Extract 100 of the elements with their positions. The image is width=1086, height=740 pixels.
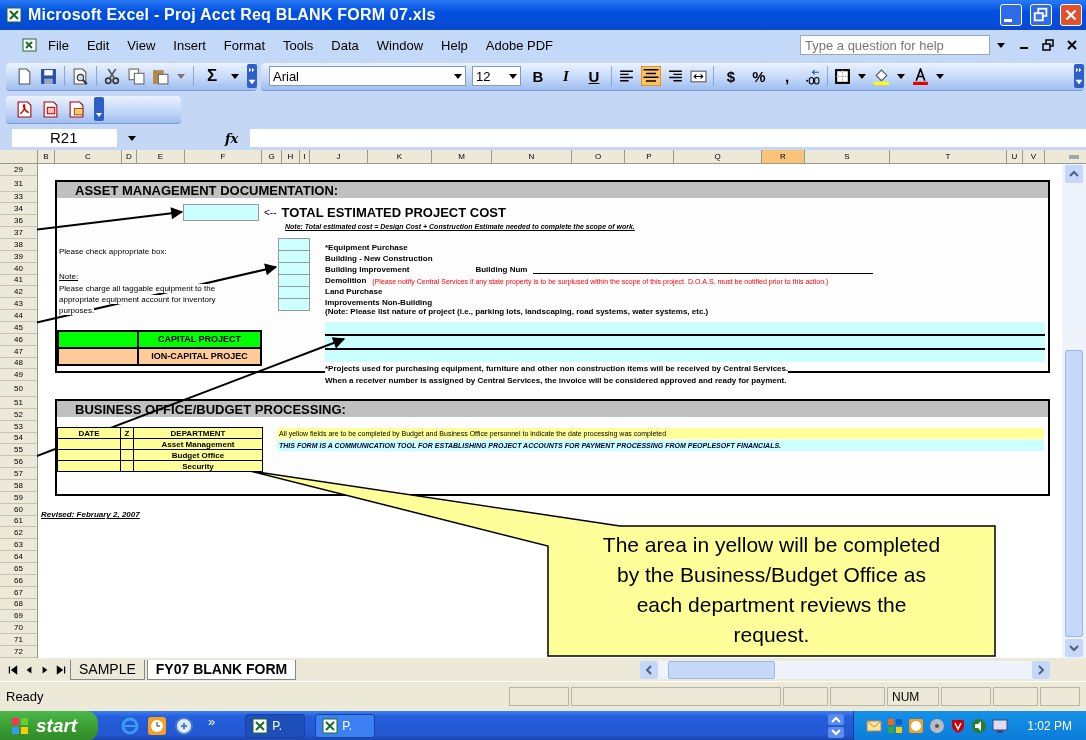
text-style-button[interactable]: I <box>555 67 577 85</box>
row-header[interactable]: 64 <box>0 551 37 563</box>
caret-icon[interactable] <box>996 40 1006 50</box>
menu-item[interactable]: Help <box>433 35 476 55</box>
pdf-icon[interactable] <box>42 100 59 118</box>
row-header[interactable]: 34 <box>0 203 37 216</box>
app-icon[interactable] <box>174 716 194 736</box>
row-header[interactable]: 71 <box>0 634 37 646</box>
number-format-button[interactable]: $ <box>720 67 742 85</box>
row-header[interactable]: 49 <box>0 369 37 382</box>
scroll-down-icon[interactable] <box>1065 639 1083 657</box>
toolbar-options-icon[interactable] <box>94 96 104 122</box>
font-dropdown[interactable]: Arial <box>269 66 466 86</box>
row-header[interactable]: 42 <box>0 286 37 299</box>
description-field[interactable] <box>325 322 1045 336</box>
scissors-icon[interactable] <box>104 67 121 85</box>
toolbar-options-icon[interactable] <box>1074 63 1084 89</box>
sheet-tab[interactable]: FY07 BLANK FORM <box>146 659 297 680</box>
text-style-button[interactable]: B <box>527 67 549 85</box>
decimal-icon[interactable] <box>804 67 821 85</box>
menu-item[interactable]: Format <box>215 35 273 55</box>
network-icon[interactable] <box>887 718 904 734</box>
shield-icon[interactable] <box>950 718 967 734</box>
copy-icon[interactable] <box>128 67 145 85</box>
more-icons-button[interactable]: » <box>208 713 216 729</box>
row-header[interactable]: 29 <box>0 164 37 176</box>
font-size-dropdown[interactable]: 12 <box>472 66 521 86</box>
monitor-icon[interactable] <box>992 718 1009 734</box>
clock-icon[interactable] <box>908 718 925 734</box>
row-header[interactable]: 72 <box>0 646 37 658</box>
taskbar-button[interactable]: P. <box>245 714 306 738</box>
first-sheet-icon[interactable] <box>6 663 20 676</box>
caret-icon[interactable] <box>857 71 867 81</box>
number-format-button[interactable]: % <box>748 67 770 85</box>
row-header[interactable]: 69 <box>0 610 37 623</box>
checkbox[interactable] <box>278 251 310 263</box>
taskbar-button[interactable]: P. <box>315 714 376 738</box>
scroll-arrows-icon[interactable] <box>827 713 846 739</box>
row-header[interactable]: 62 <box>0 527 37 540</box>
checkbox[interactable] <box>278 275 310 287</box>
row-header[interactable]: 37 <box>0 227 37 239</box>
clock-icon[interactable] <box>147 716 167 736</box>
restore-icon[interactable] <box>1042 39 1054 51</box>
last-sheet-icon[interactable] <box>54 663 68 676</box>
close-icon[interactable] <box>1066 39 1078 51</box>
function-button[interactable]: fx <box>225 130 239 146</box>
row-header[interactable]: 55 <box>0 444 37 457</box>
column-header[interactable]: V <box>1023 150 1045 163</box>
save-icon[interactable] <box>40 67 57 85</box>
column-header[interactable]: N <box>492 150 572 163</box>
formula-field[interactable] <box>250 129 1086 147</box>
toolbar-options-icon[interactable] <box>247 63 257 89</box>
scroll-right-icon[interactable] <box>1032 660 1050 679</box>
scroll-thumb[interactable] <box>668 660 775 679</box>
menu-item[interactable]: Edit <box>78 35 118 55</box>
menu-item[interactable]: Window <box>368 35 432 55</box>
autosum-button[interactable]: Σ <box>201 66 223 86</box>
menu-item[interactable]: Tools <box>275 35 322 55</box>
scroll-thumb[interactable] <box>1065 350 1083 637</box>
menu-item[interactable]: Insert <box>165 35 214 55</box>
description-field[interactable] <box>325 336 1045 350</box>
vertical-scrollbar[interactable] <box>1062 164 1086 658</box>
document-icon[interactable] <box>22 37 38 53</box>
column-header[interactable]: B <box>38 150 55 163</box>
column-header[interactable]: T <box>890 150 1007 163</box>
text-style-button[interactable]: U <box>583 67 605 85</box>
pdf-icon[interactable] <box>68 100 85 118</box>
help-search-field[interactable]: Type a question for help <box>800 35 990 55</box>
column-header[interactable]: J <box>310 150 368 163</box>
column-header[interactable]: I <box>300 150 310 163</box>
menu-item[interactable]: View <box>119 35 164 55</box>
paste-icon[interactable] <box>152 67 169 85</box>
row-header[interactable]: 56 <box>0 456 37 469</box>
cost-field[interactable] <box>183 204 259 221</box>
name-box[interactable]: R21 <box>12 129 117 147</box>
scroll-left-icon[interactable] <box>640 660 658 679</box>
column-header[interactable]: F <box>185 150 262 163</box>
checkbox[interactable] <box>278 238 310 251</box>
speaker-icon[interactable] <box>971 718 988 734</box>
column-header[interactable]: S <box>805 150 890 163</box>
new-document-icon[interactable] <box>16 67 33 85</box>
restore-button[interactable] <box>1030 4 1052 26</box>
mail-icon[interactable] <box>866 718 883 734</box>
column-header[interactable]: U <box>1007 150 1023 163</box>
column-header[interactable]: C <box>55 150 122 163</box>
row-header[interactable]: 63 <box>0 539 37 552</box>
caret-icon[interactable] <box>127 133 137 143</box>
caret-icon[interactable] <box>935 71 945 81</box>
row-header[interactable]: 57 <box>0 468 37 480</box>
caret-icon[interactable] <box>896 71 906 81</box>
fill-color-icon[interactable] <box>873 67 890 85</box>
menu-item[interactable]: Adobe PDF <box>477 35 562 55</box>
scroll-up-icon[interactable] <box>1065 165 1083 183</box>
column-header[interactable]: P <box>625 150 674 163</box>
close-button[interactable] <box>1060 4 1082 26</box>
checkbox[interactable] <box>278 263 310 275</box>
row-header[interactable]: 70 <box>0 622 37 635</box>
column-header[interactable]: O <box>572 150 625 163</box>
column-header[interactable]: E <box>137 150 185 163</box>
column-header[interactable]: H <box>282 150 300 163</box>
